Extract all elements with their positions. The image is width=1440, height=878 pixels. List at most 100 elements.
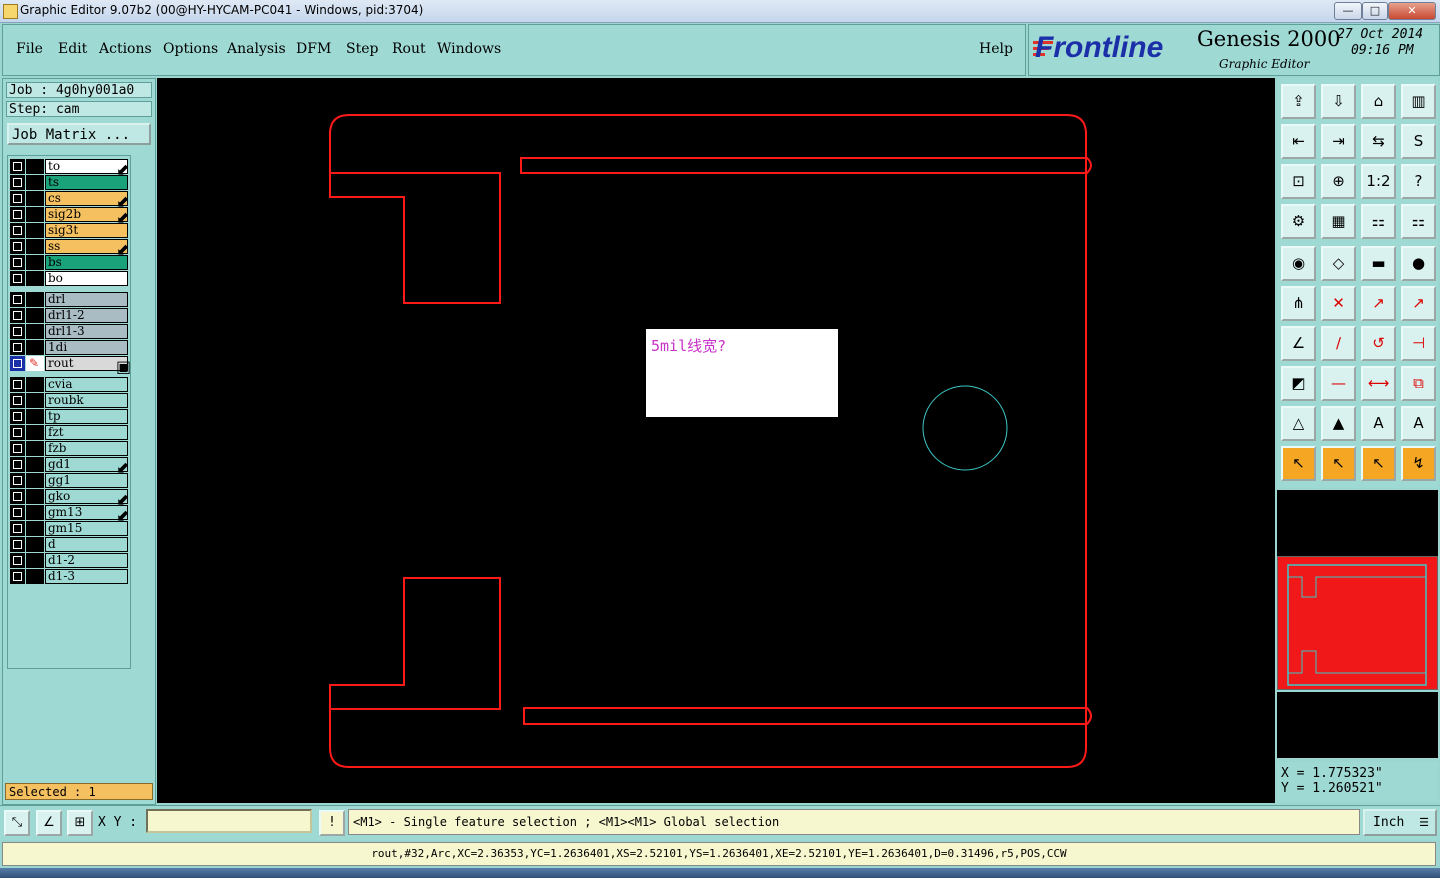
tool-button-25-icon[interactable]: ∠ bbox=[1281, 326, 1316, 361]
layer-checkbox[interactable] bbox=[10, 569, 25, 584]
layer-row-cs[interactable]: cs ⬋ bbox=[10, 191, 129, 211]
tool-button-12-icon[interactable]: ? bbox=[1401, 164, 1436, 199]
layer-checkbox[interactable] bbox=[10, 292, 25, 307]
layer-row-rout[interactable]: ✎ rout ▣ bbox=[10, 356, 131, 376]
layer-row-bs[interactable]: bs bbox=[10, 255, 128, 270]
grid-snap-icon[interactable]: ⊞ bbox=[67, 810, 93, 836]
xy-input[interactable] bbox=[146, 809, 312, 833]
tool-button-29-icon[interactable]: ◩ bbox=[1281, 366, 1316, 401]
layer-checkbox[interactable] bbox=[10, 521, 25, 536]
tool-button-38-icon[interactable]: ↖ bbox=[1321, 446, 1356, 481]
rout-path-1[interactable] bbox=[329, 114, 1087, 768]
tool-button-13-icon[interactable]: ⚙ bbox=[1281, 204, 1316, 239]
menu-analysis[interactable]: Analysis bbox=[227, 41, 286, 57]
measure-angle-icon[interactable]: ∠ bbox=[36, 810, 62, 836]
layer-name[interactable]: sig3t bbox=[45, 223, 128, 238]
close-button[interactable]: ✕ bbox=[1388, 2, 1436, 20]
tool-button-26-icon[interactable]: ∕ bbox=[1321, 326, 1356, 361]
layer-row-drl1-3[interactable]: drl1-3 bbox=[10, 324, 128, 339]
tool-button-22-icon[interactable]: ✕ bbox=[1321, 286, 1356, 321]
layer-row-fzt[interactable]: fzt bbox=[10, 425, 128, 440]
minimize-button[interactable]: — bbox=[1334, 2, 1362, 20]
layer-row-gm13[interactable]: gm13 ⬋ bbox=[10, 505, 129, 525]
layer-name[interactable]: d bbox=[45, 537, 128, 552]
layer-row-fzb[interactable]: fzb bbox=[10, 441, 128, 456]
tool-button-39-icon[interactable]: ↖ bbox=[1361, 446, 1396, 481]
layer-row-d1-2[interactable]: d1-2 bbox=[10, 553, 128, 568]
unit-selector[interactable]: Inch ☰ bbox=[1363, 809, 1437, 836]
tool-button-27-icon[interactable]: ↺ bbox=[1361, 326, 1396, 361]
layer-name[interactable]: fzt bbox=[45, 425, 128, 440]
rout-path-3[interactable] bbox=[329, 577, 501, 710]
tool-button-16-icon[interactable]: ⚏ bbox=[1401, 204, 1436, 239]
layer-name[interactable]: cvia bbox=[45, 377, 128, 392]
tool-button-40-icon[interactable]: ↯ bbox=[1401, 446, 1436, 481]
layer-name[interactable]: 1di bbox=[45, 340, 128, 355]
layer-checkbox[interactable] bbox=[10, 324, 25, 339]
tool-button-9-icon[interactable]: ⊡ bbox=[1281, 164, 1316, 199]
maximize-button[interactable]: □ bbox=[1362, 2, 1388, 20]
tool-button-34-icon[interactable]: ▲ bbox=[1321, 406, 1356, 441]
layer-name[interactable]: ts bbox=[45, 175, 128, 190]
rout-path-2[interactable] bbox=[329, 172, 501, 304]
layer-row-sig3t[interactable]: sig3t bbox=[10, 223, 128, 238]
layer-checkbox[interactable] bbox=[10, 271, 25, 286]
menu-actions[interactable]: Actions bbox=[99, 41, 152, 57]
layer-checkbox[interactable] bbox=[10, 441, 25, 456]
tool-button-7-icon[interactable]: ⇆ bbox=[1361, 124, 1396, 159]
tool-button-21-icon[interactable]: ⋔ bbox=[1281, 286, 1316, 321]
tool-button-14-icon[interactable]: ▦ bbox=[1321, 204, 1356, 239]
layer-checkbox[interactable] bbox=[10, 393, 25, 408]
layer-row-drl1-2[interactable]: drl1-2 bbox=[10, 308, 128, 323]
layer-name[interactable]: bo bbox=[45, 271, 128, 286]
layer-row-ts[interactable]: ts bbox=[10, 175, 128, 190]
graphic-canvas[interactable]: 5mil线宽? bbox=[157, 78, 1275, 803]
tool-button-8-icon[interactable]: S bbox=[1401, 124, 1436, 159]
tool-button-5-icon[interactable]: ⇤ bbox=[1281, 124, 1316, 159]
layer-checkbox[interactable] bbox=[10, 553, 25, 568]
rout-path-4[interactable] bbox=[520, 157, 1092, 174]
overview-minimap[interactable] bbox=[1277, 556, 1438, 690]
tool-button-2-icon[interactable]: ⇩ bbox=[1321, 84, 1356, 119]
layer-name[interactable]: fzb bbox=[45, 441, 128, 456]
layer-checkbox[interactable] bbox=[10, 207, 25, 222]
tool-button-36-icon[interactable]: A bbox=[1401, 406, 1436, 441]
menu-rout[interactable]: Rout bbox=[392, 41, 426, 57]
layer-row-cvia[interactable]: cvia bbox=[10, 377, 128, 392]
layer-row-bo[interactable]: bo bbox=[10, 271, 128, 286]
tool-button-3-icon[interactable]: ⌂ bbox=[1361, 84, 1396, 119]
layer-checkbox[interactable] bbox=[10, 473, 25, 488]
layer-name[interactable]: drl1-2 bbox=[45, 308, 128, 323]
layer-row-tp[interactable]: tp bbox=[10, 409, 128, 424]
tool-button-18-icon[interactable]: ◇ bbox=[1321, 246, 1356, 281]
tool-button-33-icon[interactable]: △ bbox=[1281, 406, 1316, 441]
layer-checkbox[interactable] bbox=[10, 505, 25, 520]
layer-name[interactable]: drl1-3 bbox=[45, 324, 128, 339]
layer-name[interactable]: drl bbox=[45, 292, 128, 307]
layer-checkbox[interactable] bbox=[10, 425, 25, 440]
layer-checkbox[interactable] bbox=[10, 255, 25, 270]
layer-row-to[interactable]: to ⬋ bbox=[10, 159, 129, 179]
tool-button-10-icon[interactable]: ⊕ bbox=[1321, 164, 1356, 199]
tool-button-28-icon[interactable]: ⊣ bbox=[1401, 326, 1436, 361]
tool-button-20-icon[interactable]: ● bbox=[1401, 246, 1436, 281]
tool-button-4-icon[interactable]: ▥ bbox=[1401, 84, 1436, 119]
layer-name[interactable]: bs bbox=[45, 255, 128, 270]
tool-button-35-icon[interactable]: A bbox=[1361, 406, 1396, 441]
job-matrix-button[interactable]: Job Matrix ... bbox=[7, 123, 151, 145]
layer-row-gko[interactable]: gko ⬋ bbox=[10, 489, 129, 509]
layer-checkbox[interactable] bbox=[10, 457, 25, 472]
tool-button-11-icon[interactable]: 1:2 bbox=[1361, 164, 1396, 199]
tool-button-37-icon[interactable]: ↖ bbox=[1281, 446, 1316, 481]
layer-row-d[interactable]: d bbox=[10, 537, 128, 552]
layer-checkbox[interactable] bbox=[10, 377, 25, 392]
layer-checkbox[interactable] bbox=[10, 489, 25, 504]
tool-button-24-icon[interactable]: ↗ bbox=[1401, 286, 1436, 321]
layer-checkbox[interactable] bbox=[10, 537, 25, 552]
layer-checkbox[interactable] bbox=[10, 223, 25, 238]
layer-row-sig2b[interactable]: sig2b ⬋ bbox=[10, 207, 129, 227]
layer-checkbox[interactable] bbox=[10, 308, 25, 323]
layer-checkbox[interactable] bbox=[10, 356, 25, 371]
tool-button-17-icon[interactable]: ◉ bbox=[1281, 246, 1316, 281]
layer-checkbox[interactable] bbox=[10, 175, 25, 190]
